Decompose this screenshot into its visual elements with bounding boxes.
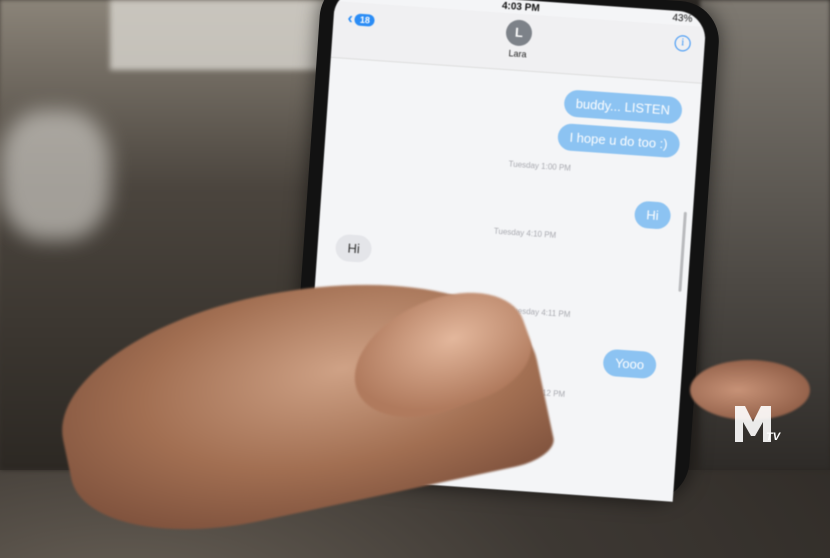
battery-level: 43% [672, 12, 693, 25]
sent-message[interactable]: buddy... LISTEN [562, 89, 683, 125]
sent-message[interactable]: Yooo [602, 348, 658, 380]
avatar[interactable]: L [505, 19, 533, 47]
received-message[interactable]: Hi [334, 233, 373, 264]
svg-text:TV: TV [766, 431, 782, 443]
info-icon[interactable]: i [674, 34, 692, 52]
back-button[interactable]: ‹ 18 [347, 10, 376, 30]
mtv-logo: TV [735, 406, 782, 443]
unread-count-badge: 18 [354, 13, 376, 27]
contact-name[interactable]: Lara [508, 48, 527, 59]
scrollbar[interactable] [678, 211, 687, 292]
sent-message[interactable]: I hope u do too :) [556, 122, 681, 159]
background-cloth [0, 110, 110, 240]
chevron-left-icon: ‹ [347, 9, 354, 28]
background-papers [110, 0, 340, 70]
sent-message[interactable]: Hi [633, 200, 672, 230]
